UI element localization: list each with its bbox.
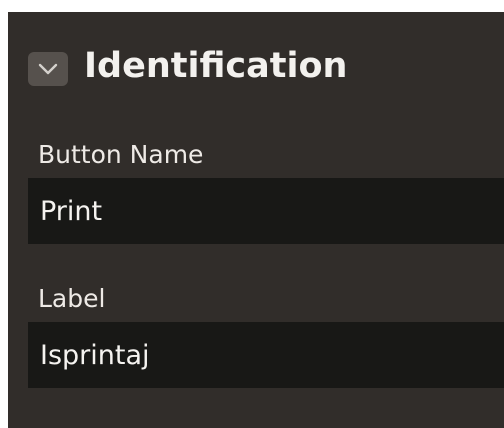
collapse-toggle-button[interactable] <box>28 52 68 86</box>
button-name-input[interactable] <box>28 178 504 244</box>
page: Identification Button Name Label <box>0 0 504 428</box>
section-title: Identification <box>84 46 348 86</box>
chevron-down-icon <box>37 62 59 76</box>
identification-section-header: Identification <box>8 12 504 118</box>
label-input[interactable] <box>28 322 504 388</box>
properties-panel: Identification Button Name Label <box>8 12 504 428</box>
button-name-label: Button Name <box>38 140 204 169</box>
label-field-label: Label <box>38 284 106 313</box>
